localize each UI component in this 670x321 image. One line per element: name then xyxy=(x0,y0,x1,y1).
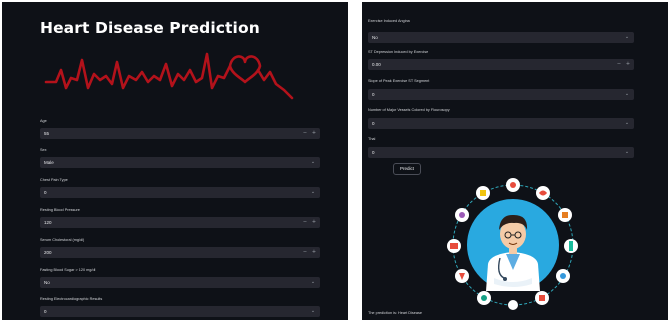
slope-value: 0 xyxy=(372,92,375,97)
chevron-down-icon: ⌄ xyxy=(624,149,630,155)
page-title: Heart Disease Prediction xyxy=(40,19,260,37)
left-panel: Heart Disease Prediction Age 55 − + Sex … xyxy=(2,2,348,320)
heartbeat-line-icon xyxy=(44,52,294,100)
prediction-result: The prediction is: Heart Disease xyxy=(368,311,423,315)
vessels-select[interactable]: 0 ⌄ xyxy=(368,118,634,129)
blood-sugar-select[interactable]: No ⌄ xyxy=(40,277,320,288)
chevron-down-icon: ⌄ xyxy=(310,159,316,165)
plus-icon[interactable]: + xyxy=(311,219,317,226)
chest-pain-label: Chest Pain Type xyxy=(40,178,68,182)
vessels-label: Number of Major Vessels Colored by Flour… xyxy=(368,108,450,112)
chest-pain-value: 0 xyxy=(44,190,47,195)
cholesterol-value: 200 xyxy=(44,250,52,255)
chevron-down-icon: ⌄ xyxy=(624,91,630,97)
chest-pain-select[interactable]: 0 ⌄ xyxy=(40,187,320,198)
st-depression-label: ST Depression Induced by Exercise xyxy=(368,50,429,54)
chevron-down-icon: ⌄ xyxy=(624,34,630,40)
blood-sugar-value: No xyxy=(44,280,50,285)
blood-sugar-label: Fasting Blood Sugar > 120 mg/dl xyxy=(40,268,96,272)
age-input[interactable]: 55 − + xyxy=(40,128,320,139)
minus-icon[interactable]: − xyxy=(302,219,308,226)
minus-icon[interactable]: − xyxy=(302,130,308,137)
ecg-results-label: Resting Electrocardiographic Results xyxy=(40,297,103,301)
slope-label: Slope of Peak Exercise ST Segment xyxy=(368,79,430,83)
thal-select[interactable]: 0 ⌄ xyxy=(368,147,634,158)
right-panel: Exercise Induced Angina No ⌄ ST Depressi… xyxy=(362,2,668,320)
st-depression-value: 0.00 xyxy=(372,62,381,67)
plus-icon[interactable]: + xyxy=(625,61,631,68)
blood-pressure-value: 120 xyxy=(44,220,52,225)
chevron-down-icon: ⌄ xyxy=(310,308,316,314)
chevron-down-icon: ⌄ xyxy=(624,120,630,126)
slope-select[interactable]: 0 ⌄ xyxy=(368,89,634,100)
sex-value: Male xyxy=(44,160,54,165)
age-value: 55 xyxy=(44,131,50,136)
blood-pressure-input[interactable]: 120 − + xyxy=(40,217,320,228)
chevron-down-icon: ⌄ xyxy=(310,189,316,195)
sex-select[interactable]: Male ⌄ xyxy=(40,157,320,168)
angina-select[interactable]: No ⌄ xyxy=(368,32,634,43)
vessels-value: 0 xyxy=(372,121,375,126)
chevron-down-icon: ⌄ xyxy=(310,279,316,285)
sex-label: Sex xyxy=(40,148,47,152)
plus-icon[interactable]: + xyxy=(311,249,317,256)
minus-icon[interactable]: − xyxy=(302,249,308,256)
predict-button[interactable]: Predict xyxy=(393,163,421,175)
thal-label: Thal xyxy=(368,137,376,141)
angina-value: No xyxy=(372,35,378,40)
age-label: Age xyxy=(40,119,47,123)
doctor-illustration xyxy=(447,178,578,310)
angina-label: Exercise Induced Angina xyxy=(368,19,410,23)
blood-pressure-label: Resting Blood Pressure xyxy=(40,208,80,212)
thal-value: 0 xyxy=(372,150,375,155)
cholesterol-input[interactable]: 200 − + xyxy=(40,247,320,258)
st-depression-input[interactable]: 0.00 − + xyxy=(368,59,634,70)
ecg-results-value: 0 xyxy=(44,309,47,314)
cholesterol-label: Serum Cholestoral (mg/dl) xyxy=(40,238,85,242)
ecg-results-select[interactable]: 0 ⌄ xyxy=(40,306,320,317)
plus-icon[interactable]: + xyxy=(311,130,317,137)
minus-icon[interactable]: − xyxy=(616,61,622,68)
